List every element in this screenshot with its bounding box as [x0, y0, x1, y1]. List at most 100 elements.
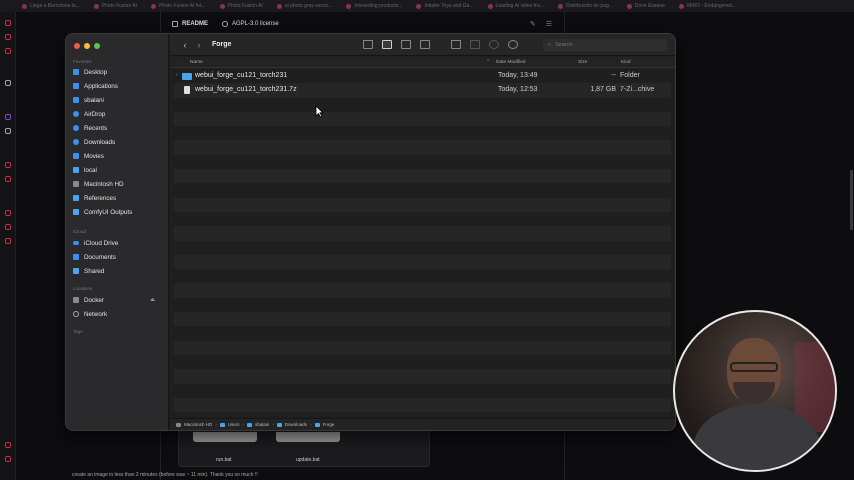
tab-readme[interactable]: README — [172, 21, 208, 27]
gallery-view-icon[interactable] — [420, 40, 430, 49]
app-icon[interactable] — [5, 80, 11, 86]
share-icon[interactable] — [470, 40, 480, 49]
empty-row — [174, 111, 671, 127]
minimize-button[interactable] — [84, 43, 90, 49]
file-name: webui_forge_cu121_torch231 — [195, 72, 288, 79]
path-item[interactable]: sbalani — [255, 422, 269, 427]
desktop-icon — [73, 69, 79, 75]
list-view-icon[interactable] — [382, 40, 392, 49]
app-rail — [0, 12, 16, 480]
forward-button[interactable]: › — [192, 40, 206, 50]
sidebar-item-airdrop[interactable]: AirDrop — [73, 108, 163, 120]
path-item[interactable]: Downloads — [285, 422, 307, 427]
empty-row — [174, 183, 671, 197]
action-icon[interactable] — [508, 40, 518, 49]
chevron-right-icon: › — [310, 422, 312, 427]
bookmark-item[interactable]: Dove Esaene — [626, 3, 665, 9]
sidebar-item-icloud-drive[interactable]: iCloud Drive — [73, 237, 163, 249]
column-kind[interactable]: Kind — [621, 60, 631, 65]
finder-window: Favorites Desktop Applications sbalani A… — [65, 33, 676, 431]
empty-row — [174, 98, 671, 112]
app-icon[interactable] — [5, 238, 11, 244]
folder-icon — [182, 72, 192, 80]
empty-row — [174, 369, 671, 384]
app-icon[interactable] — [5, 456, 11, 462]
sidebar-item-network[interactable]: Network — [73, 308, 163, 320]
globe-icon — [73, 311, 79, 317]
outline-icon[interactable]: ☰ — [546, 20, 552, 28]
app-icon[interactable] — [5, 224, 11, 230]
bookmark-item[interactable]: Distribución de pag... — [557, 3, 613, 9]
file-row[interactable]: › webui_forge_cu121_torch231 Today, 13:49 -… — [174, 69, 671, 83]
book-icon — [172, 21, 178, 27]
sidebar-item-references[interactable]: References — [73, 192, 163, 204]
sidebar-item-docker[interactable]: Docker ⏏ — [73, 294, 163, 306]
sidebar-item-home[interactable]: sbalani — [73, 94, 163, 106]
bookmark-icon — [276, 3, 282, 9]
bookmark-icon — [557, 3, 563, 9]
bookmark-icon — [219, 3, 225, 9]
icon-view-icon[interactable] — [363, 40, 373, 49]
empty-row — [174, 397, 671, 413]
app-icon[interactable] — [5, 162, 11, 168]
sidebar-item-documents[interactable]: Documents — [73, 251, 163, 263]
group-icon[interactable] — [451, 40, 461, 49]
app-icon[interactable] — [5, 20, 11, 26]
disclosure-icon[interactable]: › — [176, 72, 178, 78]
sidebar-item-desktop[interactable]: Desktop — [73, 66, 163, 78]
bookmark-item[interactable]: Photo Fusion AI — [93, 3, 137, 9]
app-icon[interactable] — [5, 114, 11, 120]
sidebar-item-movies[interactable]: Movies — [73, 150, 163, 162]
file-row[interactable]: webui_forge_cu121_torch231.7z Today, 12:5… — [174, 83, 671, 98]
search-field[interactable]: ⌕ — [543, 39, 667, 51]
home-icon — [73, 97, 79, 103]
file-date: Today, 13:49 — [498, 72, 538, 79]
edit-icon[interactable]: ✎ — [530, 20, 536, 28]
app-icon[interactable] — [5, 34, 11, 40]
empty-row — [174, 169, 671, 184]
comment-text: create an image in less than 2 minutes (… — [72, 472, 258, 478]
column-name[interactable]: Name — [190, 60, 203, 65]
bookmark-item[interactable]: Photo Fusion AI — [219, 3, 263, 9]
path-item[interactable]: Users — [228, 422, 240, 427]
app-icon[interactable] — [5, 176, 11, 182]
path-item[interactable]: Macintosh HD — [184, 422, 212, 427]
bookmark-item[interactable]: Photo Fusion AI fot... — [151, 3, 206, 9]
back-button[interactable]: ‹ — [178, 40, 192, 50]
sidebar-item-local[interactable]: local — [73, 164, 163, 176]
bookmark-item[interactable]: ai photo gray servic... — [276, 3, 332, 9]
app-icon[interactable] — [5, 442, 11, 448]
bookmark-item[interactable]: Leading AI video fra... — [487, 3, 544, 9]
column-date[interactable]: Date Modified — [496, 60, 526, 65]
file-icon — [193, 432, 257, 442]
sidebar-item-comfyui-outputs[interactable]: ComfyUI Outputs — [73, 206, 163, 218]
path-item[interactable]: Forge — [323, 422, 335, 427]
empty-row — [174, 212, 671, 226]
sidebar-item-downloads[interactable]: Downloads — [73, 136, 163, 148]
zoom-button[interactable] — [94, 43, 100, 49]
sort-chevron-icon[interactable]: ⌃ — [486, 60, 490, 65]
tab-license[interactable]: AGPL-3.0 license — [222, 21, 279, 27]
sidebar-item-applications[interactable]: Applications — [73, 80, 163, 92]
bookmark-item[interactable]: Interesting products... — [346, 3, 402, 9]
close-button[interactable] — [74, 43, 80, 49]
sidebar-item-macintosh-hd[interactable]: Macintosh HD — [73, 178, 163, 190]
app-icon[interactable] — [5, 210, 11, 216]
search-input[interactable] — [555, 42, 656, 48]
sidebar-section-tags: Tags — [73, 329, 83, 334]
eject-icon[interactable]: ⏏ — [150, 297, 155, 303]
sidebar-section-locations: Locations — [73, 286, 93, 291]
file-kind: Folder — [620, 72, 640, 79]
bookmark-item[interactable]: Llega a Barcelona la... — [22, 3, 80, 9]
x-icon[interactable] — [5, 128, 11, 134]
bookmark-item[interactable]: MIRO - Endangered... — [678, 3, 736, 9]
sidebar-item-recents[interactable]: Recents — [73, 122, 163, 134]
column-view-icon[interactable] — [401, 40, 411, 49]
app-icon[interactable] — [5, 48, 11, 54]
tag-icon[interactable] — [489, 40, 499, 49]
page-scrollbar[interactable] — [850, 170, 853, 230]
bookmark-item[interactable]: Inhafer Toys and Ga... — [416, 3, 474, 9]
empty-row — [174, 283, 671, 298]
column-size[interactable]: Size — [578, 60, 587, 65]
sidebar-item-shared[interactable]: Shared — [73, 265, 163, 277]
